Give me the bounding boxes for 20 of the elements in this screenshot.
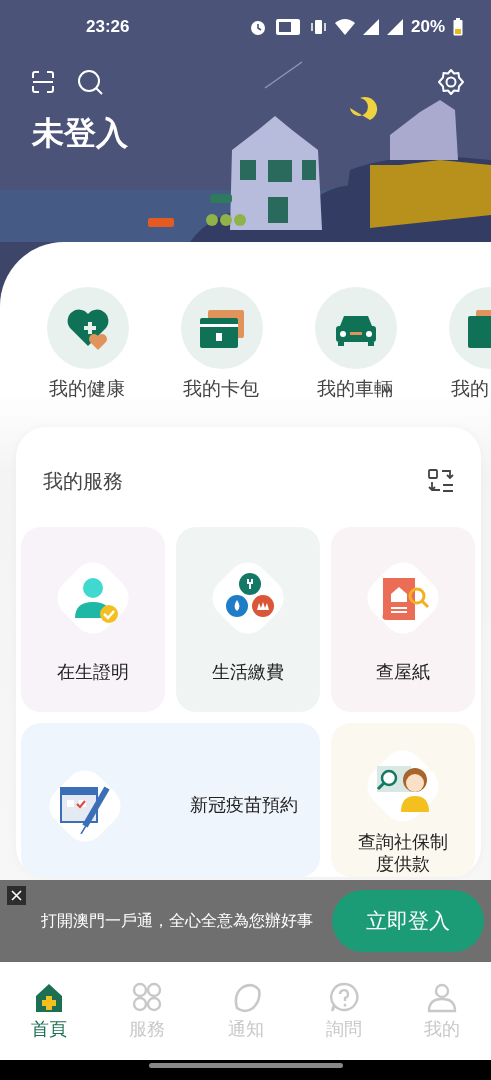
battery-level: 20% [410,17,445,37]
page-title: 未登入 [32,113,128,154]
banner-text: 打開澳門一戶通，全心全意為您辦好事 [41,910,314,932]
tile-label: 查詢社保制度供款 [357,831,449,875]
service-tile[interactable]: 查屋紙 [331,527,475,712]
tile-label: 生活繳費 [211,660,285,684]
tile-label: 在生證明 [56,660,130,684]
nav-tab[interactable]: 首頁 [0,962,99,1060]
shortcut-label[interactable]: 我的卡包 [183,376,259,402]
service-tile[interactable]: 新冠疫苗預約 [21,723,320,877]
status-time: 23:26 [86,17,131,37]
service-tile[interactable]: 查詢社保制度供款 [331,723,475,877]
service-tile[interactable]: 生活繳費 [176,527,320,712]
shortcut-label[interactable]: 我的健康 [49,376,125,402]
tile-label: 新冠疫苗預約 [189,793,299,817]
service-tile[interactable]: 在生證明 [21,527,165,712]
shortcut-label[interactable]: 我的 [451,376,489,402]
section-title: 我的服務 [43,467,124,495]
tile-label: 查屋紙 [375,660,431,684]
shortcut-label[interactable]: 我的車輛 [317,376,393,402]
